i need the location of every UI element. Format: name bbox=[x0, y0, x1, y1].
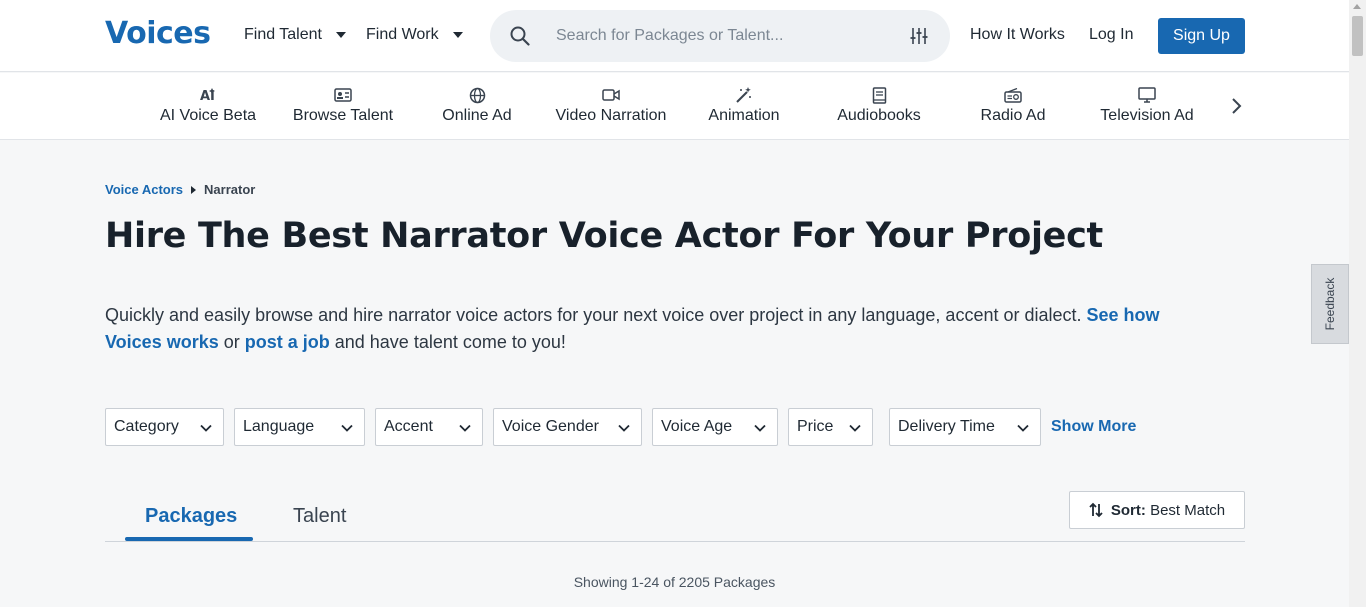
filter-label: Voice Gender bbox=[502, 418, 599, 435]
find-work-label: Find Work bbox=[366, 26, 439, 43]
category-label: Radio Ad bbox=[980, 107, 1046, 124]
page-scrollbar[interactable] bbox=[1349, 0, 1366, 607]
filter-delivery-time[interactable]: Delivery Time bbox=[889, 408, 1041, 446]
ai-icon: AI bbox=[141, 85, 275, 105]
intro-text: and have talent come to you! bbox=[329, 332, 566, 352]
intro-text: or bbox=[218, 332, 245, 352]
category-online-ad[interactable]: Online Ad bbox=[410, 85, 544, 125]
breadcrumb-voice-actors[interactable]: Voice Actors bbox=[105, 182, 183, 197]
filter-label: Voice Age bbox=[661, 418, 733, 435]
search-icon[interactable] bbox=[510, 26, 530, 46]
feedback-label: Feedback bbox=[1323, 277, 1337, 331]
category-video-narration[interactable]: Video Narration bbox=[544, 85, 678, 125]
globe-icon bbox=[410, 85, 544, 105]
search-input[interactable] bbox=[556, 24, 886, 48]
filter-label: Price bbox=[797, 418, 834, 435]
caret-right-icon bbox=[191, 185, 197, 194]
scroll-up-arrow-icon[interactable] bbox=[1353, 4, 1361, 9]
category-label: Audiobooks bbox=[837, 107, 921, 124]
tabs-divider bbox=[105, 541, 1245, 542]
chevron-down-icon bbox=[754, 424, 766, 432]
log-in-link[interactable]: Log In bbox=[1089, 26, 1133, 44]
chevron-down-icon bbox=[618, 424, 630, 432]
filter-label: Language bbox=[243, 418, 315, 435]
category-label: AI Voice Beta bbox=[159, 107, 257, 124]
category-label: Television Ad bbox=[1100, 107, 1194, 124]
category-strip: AI AI Voice Beta Browse Talent Online Ad… bbox=[0, 73, 1349, 140]
filter-voice-age[interactable]: Voice Age bbox=[652, 408, 778, 446]
category-animation[interactable]: Animation bbox=[677, 85, 811, 125]
category-television-ad[interactable]: Television Ad bbox=[1080, 85, 1214, 125]
filter-language[interactable]: Language bbox=[234, 408, 365, 446]
show-more-filters-link[interactable]: Show More bbox=[1051, 418, 1136, 436]
caret-down-icon bbox=[452, 32, 463, 38]
filter-category[interactable]: Category bbox=[105, 408, 224, 446]
voices-logo[interactable]: Voices bbox=[105, 16, 211, 51]
find-talent-menu[interactable]: Find Talent bbox=[244, 26, 346, 44]
intro-paragraph: Quickly and easily browse and hire narra… bbox=[105, 302, 1215, 356]
caret-down-icon bbox=[335, 32, 346, 38]
find-talent-label: Find Talent bbox=[244, 26, 322, 43]
category-radio-ad[interactable]: Radio Ad bbox=[946, 85, 1080, 125]
chevron-down-icon bbox=[1017, 424, 1029, 432]
top-navigation: Voices Find Talent Find Work How It Work… bbox=[0, 0, 1349, 72]
intro-text: Quickly and easily browse and hire narra… bbox=[105, 305, 1087, 325]
post-a-job-link[interactable]: post a job bbox=[245, 332, 330, 352]
filter-label: Delivery Time bbox=[898, 418, 995, 435]
chevron-right-icon[interactable] bbox=[1227, 95, 1245, 117]
page-title: Hire The Best Narrator Voice Actor For Y… bbox=[105, 216, 1103, 256]
breadcrumb-current: Narrator bbox=[204, 182, 256, 197]
video-camera-icon bbox=[544, 85, 678, 105]
chevron-down-icon bbox=[200, 424, 212, 432]
category-ai-voice[interactable]: AI AI Voice Beta bbox=[141, 85, 275, 125]
category-browse-talent[interactable]: Browse Talent bbox=[276, 85, 410, 125]
radio-icon bbox=[946, 85, 1080, 105]
monitor-icon bbox=[1080, 85, 1214, 105]
scrollbar-thumb[interactable] bbox=[1352, 16, 1363, 56]
tab-packages[interactable]: Packages bbox=[145, 505, 237, 528]
magic-wand-icon bbox=[677, 85, 811, 105]
filter-voice-gender[interactable]: Voice Gender bbox=[493, 408, 642, 446]
category-label: Video Narration bbox=[555, 107, 667, 124]
chevron-down-icon bbox=[341, 424, 353, 432]
breadcrumb: Voice Actors Narrator bbox=[105, 182, 255, 197]
feedback-tab[interactable]: Feedback bbox=[1311, 264, 1349, 344]
sort-prefix: Sort: bbox=[1110, 501, 1146, 519]
filter-sliders-icon[interactable] bbox=[910, 27, 928, 45]
results-count: Showing 1-24 of 2205 Packages bbox=[573, 574, 776, 590]
sort-arrows-icon bbox=[1089, 502, 1103, 518]
search-bar bbox=[490, 10, 950, 62]
find-work-menu[interactable]: Find Work bbox=[366, 26, 463, 44]
chevron-down-icon bbox=[849, 424, 861, 432]
sort-button[interactable]: Sort: Best Match bbox=[1069, 491, 1245, 529]
chevron-down-icon bbox=[459, 424, 471, 432]
id-card-icon bbox=[276, 85, 410, 105]
filter-accent[interactable]: Accent bbox=[375, 408, 483, 446]
category-label: Browse Talent bbox=[292, 107, 394, 124]
book-icon bbox=[812, 85, 946, 105]
how-it-works-link[interactable]: How It Works bbox=[970, 26, 1065, 44]
sign-up-button[interactable]: Sign Up bbox=[1158, 18, 1245, 54]
filter-label: Category bbox=[114, 418, 179, 435]
category-label: Animation bbox=[708, 107, 780, 124]
filter-label: Accent bbox=[384, 418, 433, 435]
sort-label: Sort: Best Match bbox=[1111, 502, 1225, 519]
sort-value: Best Match bbox=[1150, 501, 1226, 519]
category-audiobooks[interactable]: Audiobooks bbox=[812, 85, 946, 125]
tab-talent[interactable]: Talent bbox=[293, 505, 346, 528]
filter-price[interactable]: Price bbox=[788, 408, 873, 446]
category-label: Online Ad bbox=[442, 107, 512, 124]
